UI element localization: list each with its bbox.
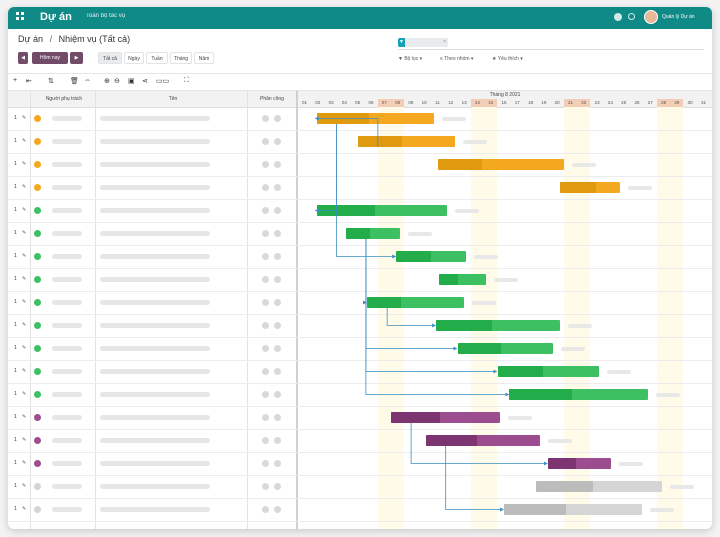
app-window: Dự án Toàn bộ tác vụ Quản lý Dự án Dự án… [8,7,712,529]
dependency-arrow [410,423,548,466]
dependency-arrows [314,116,548,512]
zoom-out-icon[interactable]: ⊖ [114,77,120,85]
scale-button-2[interactable]: Tuần [146,52,168,64]
next-button[interactable]: ▶ [70,52,83,64]
search-input[interactable]: ▼ × [398,38,448,47]
clear-facet-icon[interactable]: × [443,39,446,45]
breadcrumb: Dự án / Nhiệm vụ (Tất cả) [18,34,130,44]
dependency-arrow [314,116,379,147]
plus-icon[interactable]: + [13,77,17,84]
gantt-grid: Người phụ trách Tên Phân công Tháng 8 20… [8,91,712,529]
prev-button[interactable]: ◀ [18,52,28,64]
today-button[interactable]: Hôm nay [32,52,68,64]
scale-button-1[interactable]: Ngày [124,52,144,64]
apps-menu-icon[interactable] [16,12,24,20]
scale-button-4[interactable]: Năm [194,52,214,64]
dependency-arrow [386,308,437,328]
dependency-arrow [365,239,498,374]
filters-dropdown[interactable]: ▼ Bộ lọc ▾ [398,56,422,62]
columns-icon[interactable]: ▭▭ [156,77,169,85]
breadcrumb-separator: / [49,34,53,44]
clock-icon[interactable] [628,13,635,20]
search-underline [398,49,704,50]
dependency-arrow [365,239,458,351]
favorites-dropdown[interactable]: ★ Yêu thích ▾ [492,56,523,62]
zoom-in-icon[interactable]: ⊕ [104,77,110,85]
user-name[interactable]: Quản lý Dự án [662,14,695,20]
scale-button-3[interactable]: Tháng [170,52,192,64]
scale-button-0[interactable]: Tất cả [98,52,122,64]
fullscreen-icon[interactable]: ⛶ [184,77,189,85]
share-icon[interactable]: ⋖ [142,77,148,85]
expand-icon[interactable]: ⇔ [84,77,91,84]
nav-all-tasks[interactable]: Toàn bộ tác vụ [86,13,125,19]
group-by-dropdown[interactable]: ≡ Theo nhóm ▾ [440,56,473,62]
sort-icon[interactable]: ⇅ [48,77,54,85]
breadcrumb-parent[interactable]: Dự án [18,34,43,44]
chat-icon[interactable] [614,13,622,21]
gantt-toolbar: + ⇤ ⇅ 🗑 ⇔ ⊕ ⊖ ▣ ⋖ ▭▭ ⛶ [8,73,712,91]
top-navbar: Dự án Toàn bộ tác vụ Quản lý Dự án [8,7,712,29]
app-title[interactable]: Dự án [40,11,72,23]
print-icon[interactable]: ▣ [128,77,135,85]
filter-facet-icon: ▼ [398,38,405,47]
dependency-arrow [445,446,504,512]
avatar[interactable] [644,10,658,24]
dependency-arrow [336,124,397,259]
breadcrumb-current: Nhiệm vụ (Tất cả) [58,34,131,44]
collapse-icon[interactable]: ⇤ [26,77,32,85]
dependency-arrow [314,124,338,213]
delete-icon[interactable]: 🗑 [70,77,79,85]
